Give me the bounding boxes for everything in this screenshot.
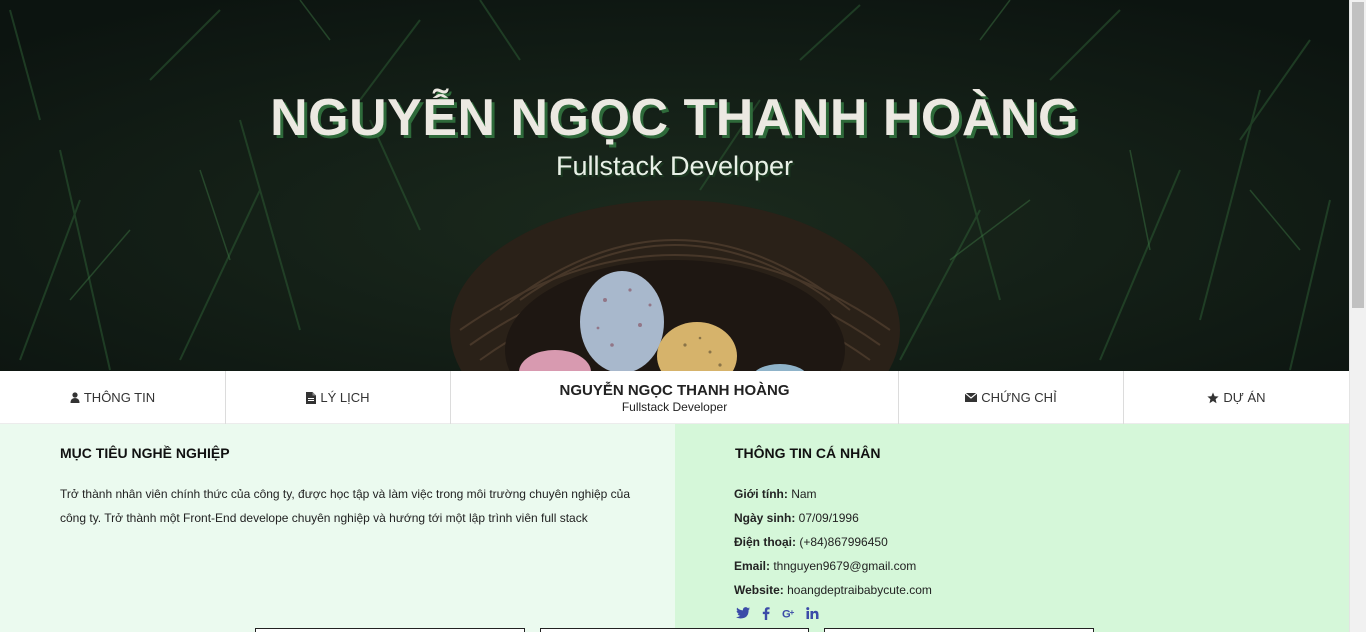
section-title: THÔNG TIN CÁ NHÂN (735, 445, 881, 461)
info-label: Giới tính: (734, 487, 788, 501)
personal-info-section: THÔNG TIN CÁ NHÂN Giới tính: Nam Ngày si… (675, 424, 1349, 632)
info-list: Giới tính: Nam Ngày sinh: 07/09/1996 Điệ… (734, 482, 932, 602)
card-edge (540, 628, 809, 632)
file-icon (306, 391, 317, 404)
hero-background-image (0, 0, 1349, 371)
nav-label: DỰ ÁN (1223, 390, 1266, 405)
project-cards-preview (0, 628, 1349, 632)
brand-role: Fullstack Developer (621, 399, 728, 414)
career-objective-section: MỤC TIÊU NGHỀ NGHIỆP Trở thành nhân viên… (0, 424, 675, 632)
nav-label: CHỨNG CHỈ (981, 390, 1057, 405)
info-value: 07/09/1996 (795, 511, 859, 525)
info-row-phone: Điện thoại: (+84)867996450 (734, 530, 932, 554)
brand-name: NGUYỄN NGỌC THANH HOÀNG (559, 381, 790, 399)
hero-role: Fullstack Developer (555, 151, 794, 181)
info-label: Ngày sinh: (734, 511, 796, 525)
hero-banner: NGUYỄN NGỌC THANH HOÀNG Fullstack Develo… (0, 0, 1349, 371)
google-plus-icon[interactable]: G + (782, 605, 796, 621)
linkedin-icon[interactable] (805, 605, 819, 621)
info-row-email: Email: thnguyen9679@gmail.com (734, 554, 932, 578)
hero-name: NGUYỄN NGỌC THANH HOÀNG (270, 89, 1079, 147)
main-nav: THÔNG TIN LÝ LỊCH NGUYỄN NGỌC THANH HOÀN… (0, 371, 1349, 424)
info-label: Điện thoại: (734, 535, 796, 549)
user-icon (70, 392, 80, 403)
nav-item-thong-tin[interactable]: THÔNG TIN (0, 371, 226, 424)
info-label: Email: (734, 559, 771, 573)
info-label: Website: (734, 583, 784, 597)
info-value: thnguyen9679@gmail.com (770, 559, 917, 573)
svg-text:+: + (789, 607, 794, 617)
nav-label: LÝ LỊCH (320, 390, 370, 405)
info-value: (+84)867996450 (796, 535, 888, 549)
facebook-icon[interactable] (759, 605, 773, 621)
info-row-gender: Giới tính: Nam (734, 482, 932, 506)
nav-label: THÔNG TIN (83, 390, 156, 405)
envelope-icon (965, 393, 978, 402)
section-title: MỤC TIÊU NGHỀ NGHIỆP (60, 445, 230, 461)
nav-item-ly-lich[interactable]: LÝ LỊCH (226, 371, 451, 424)
nav-brand[interactable]: NGUYỄN NGỌC THANH HOÀNG Fullstack Develo… (451, 371, 899, 424)
page-scrollbar[interactable] (1349, 0, 1366, 632)
star-icon (1207, 392, 1220, 404)
card-edge (824, 628, 1094, 632)
social-links: G + (736, 605, 819, 621)
scrollbar-thumb[interactable] (1352, 2, 1364, 308)
twitter-icon[interactable] (736, 605, 750, 621)
info-row-website: Website: hoangdeptraibabycute.com (734, 578, 932, 602)
info-value: Nam (787, 487, 817, 501)
card-edge (255, 628, 525, 632)
nav-item-chung-chi[interactable]: CHỨNG CHỈ (899, 371, 1124, 424)
nav-item-du-an[interactable]: DỰ ÁN (1124, 371, 1349, 424)
info-value: hoangdeptraibabycute.com (783, 583, 932, 597)
objective-text: Trở thành nhân viên chính thức của công … (60, 487, 631, 525)
info-row-birthday: Ngày sinh: 07/09/1996 (734, 506, 932, 530)
